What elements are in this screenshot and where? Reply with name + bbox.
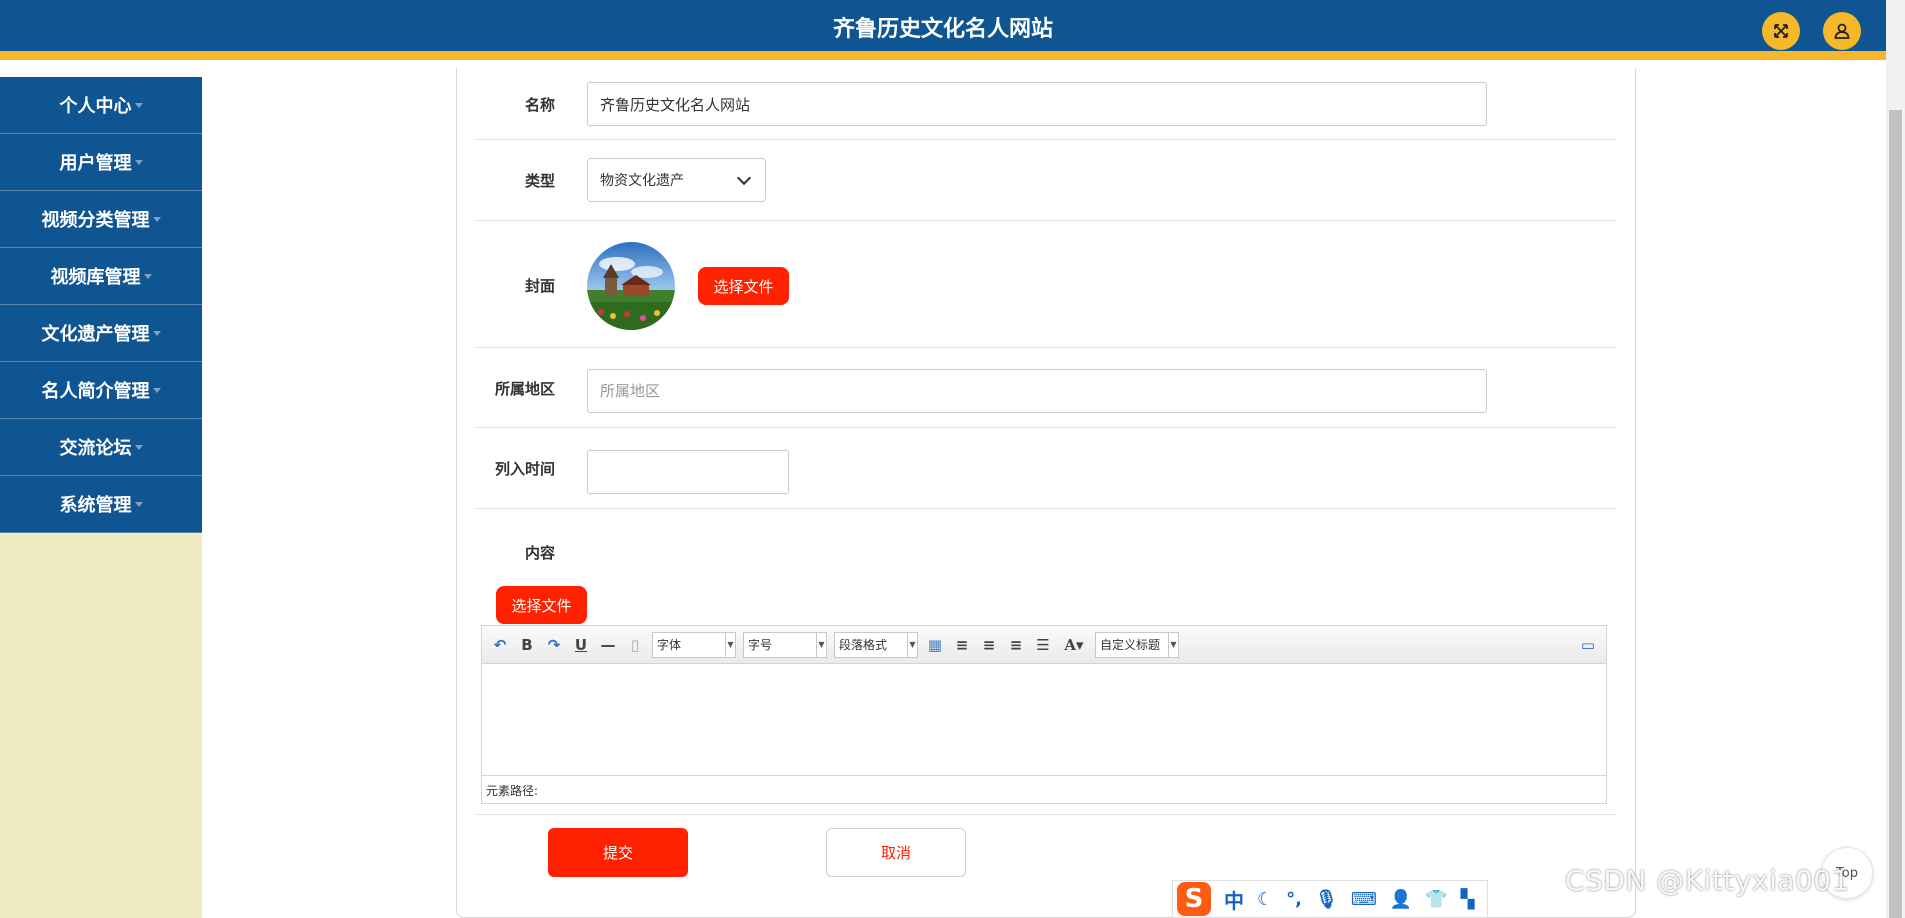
form-row-name: 名称 [475, 68, 1617, 140]
paragraph-format-label: 段落格式 [839, 638, 888, 652]
content-label: 内容 [524, 544, 555, 562]
user-button[interactable] [1823, 12, 1861, 50]
caret-down-icon [134, 444, 143, 450]
type-select[interactable]: 物资文化遗产 [587, 158, 766, 202]
sidebar: 个人中心 用户管理 视频分类管理 视频库管理 文化遗产管理 名人简介管理 交流论… [0, 77, 202, 918]
caret-down-icon [152, 387, 161, 393]
microphone-icon[interactable]: 🎙 [1315, 889, 1338, 910]
caret-down-icon [152, 216, 161, 222]
font-family-select[interactable]: 字体 ▼ [652, 631, 736, 658]
user-icon [1834, 23, 1850, 39]
ime-mode-toggle[interactable]: 中 [1224, 885, 1244, 914]
custom-title-select[interactable]: 自定义标题 ▼ [1095, 631, 1179, 658]
sidebar-item-forum[interactable]: 交流论坛 [0, 419, 202, 476]
align-center-icon[interactable]: ≡ [979, 635, 999, 655]
form-row-region: 所属地区 [475, 348, 1617, 428]
sidebar-item-heritage[interactable]: 文化遗产管理 [0, 305, 202, 362]
font-color-icon[interactable]: A▾ [1060, 635, 1088, 655]
align-left-icon[interactable]: ≡ [952, 635, 972, 655]
moon-icon[interactable]: ☾ [1257, 889, 1273, 910]
content-choose-file-button[interactable]: 选择文件 [496, 586, 587, 624]
sidebar-item-label: 文化遗产管理 [41, 324, 150, 345]
sidebar-item-label: 名人简介管理 [41, 381, 150, 402]
sidebar-item-label: 视频分类管理 [41, 210, 150, 231]
sidebar-item-personal-center[interactable]: 个人中心 [0, 77, 202, 134]
dropdown-arrow-icon: ▼ [907, 632, 917, 657]
form-row-date: 列入时间 [475, 428, 1617, 509]
editor-element-path: 元素路径: [482, 775, 1606, 803]
sidebar-item-user-management[interactable]: 用户管理 [0, 134, 202, 191]
submit-button[interactable]: 提交 [548, 828, 688, 877]
cover-image [587, 242, 675, 330]
sidebar-item-label: 用户管理 [59, 153, 132, 174]
caret-down-icon [134, 501, 143, 507]
dropdown-arrow-icon: ▼ [725, 632, 735, 657]
grid-icon[interactable]: ▚ [1461, 889, 1475, 910]
align-right-icon[interactable]: ≡ [1006, 635, 1026, 655]
scrollbar-thumb[interactable] [1889, 110, 1902, 918]
bold-icon[interactable]: B [517, 635, 537, 655]
edit-form: 名称 类型 物资文化遗产 封面 [456, 68, 1636, 918]
keyboard-icon[interactable]: ⌨ [1351, 889, 1377, 910]
region-label: 所属地区 [494, 380, 555, 398]
chevron-down-icon [736, 170, 752, 185]
caret-down-icon [152, 330, 161, 336]
sidebar-item-celebrity[interactable]: 名人简介管理 [0, 362, 202, 419]
sidebar-item-label: 个人中心 [59, 96, 132, 117]
cover-landscape-image [587, 242, 675, 330]
font-family-label: 字体 [657, 638, 682, 652]
date-input[interactable] [587, 450, 789, 494]
sidebar-item-video-category[interactable]: 视频分类管理 [0, 191, 202, 248]
font-size-select[interactable]: 字号 ▼ [743, 631, 827, 658]
name-label: 名称 [524, 96, 555, 114]
sidebar-menu: 个人中心 用户管理 视频分类管理 视频库管理 文化遗产管理 名人简介管理 交流论… [0, 77, 202, 533]
editor-fullscreen-icon[interactable]: ▭ [1578, 635, 1598, 655]
cover-choose-file-button[interactable]: 选择文件 [698, 267, 789, 305]
page-scrollbar[interactable] [1886, 0, 1905, 918]
sogou-logo-icon[interactable]: S [1177, 882, 1211, 916]
fullscreen-button[interactable] [1762, 12, 1800, 50]
region-input[interactable] [587, 369, 1487, 413]
site-title: 齐鲁历史文化名人网站 [832, 17, 1053, 42]
undo-icon[interactable]: ↶ [490, 635, 510, 655]
custom-title-label: 自定义标题 [1100, 638, 1161, 652]
horizontal-rule-icon[interactable]: — [598, 635, 618, 655]
sidebar-item-label: 交流论坛 [59, 438, 132, 459]
sidebar-item-system[interactable]: 系统管理 [0, 476, 202, 533]
paste-icon[interactable]: ▯ [625, 635, 645, 655]
rich-text-editor: ↶ B ↷ U — ▯ 字体 ▼ 字号 ▼ 段落格式 ▼ ▦ ≡ ≡ ≡ ☰ A… [481, 625, 1607, 804]
type-selected-value: 物资文化遗产 [600, 173, 684, 189]
editor-content-area[interactable] [482, 664, 1606, 775]
sidebar-item-video-library[interactable]: 视频库管理 [0, 248, 202, 305]
caret-down-icon [134, 102, 143, 108]
form-row-type: 类型 物资文化遗产 [475, 140, 1617, 221]
app-header: 齐鲁历史文化名人网站 [0, 0, 1886, 60]
form-divider [475, 814, 1617, 815]
table-icon[interactable]: ▦ [925, 635, 945, 655]
cancel-button[interactable]: 取消 [826, 828, 966, 877]
underline-icon[interactable]: U [571, 635, 591, 655]
font-size-label: 字号 [748, 638, 773, 652]
cover-label: 封面 [524, 277, 555, 295]
sidebar-item-label: 系统管理 [59, 495, 132, 516]
fullscreen-icon [1774, 24, 1788, 38]
editor-toolbar: ↶ B ↷ U — ▯ 字体 ▼ 字号 ▼ 段落格式 ▼ ▦ ≡ ≡ ≡ ☰ A… [482, 626, 1606, 664]
caret-down-icon [134, 159, 143, 165]
person-icon[interactable]: 👤 [1390, 889, 1412, 910]
type-label: 类型 [524, 172, 555, 190]
paragraph-format-select[interactable]: 段落格式 ▼ [834, 631, 918, 658]
csdn-watermark: CSDN @Kittyxia001 [1565, 864, 1850, 897]
punctuation-icon[interactable]: °, [1286, 889, 1302, 910]
ime-toolbar: S 中 ☾ °, 🎙 ⌨ 👤 👕 ▚ [1172, 880, 1488, 918]
form-row-cover: 封面 选择文件 [475, 221, 1617, 348]
dropdown-arrow-icon: ▼ [1168, 632, 1178, 657]
skin-icon[interactable]: 👕 [1425, 889, 1447, 910]
redo-icon[interactable]: ↷ [544, 635, 564, 655]
sidebar-item-label: 视频库管理 [50, 267, 141, 288]
date-label: 列入时间 [494, 460, 555, 478]
justify-icon[interactable]: ☰ [1033, 635, 1053, 655]
name-input[interactable] [587, 82, 1487, 126]
caret-down-icon [143, 273, 152, 279]
dropdown-arrow-icon: ▼ [816, 632, 826, 657]
